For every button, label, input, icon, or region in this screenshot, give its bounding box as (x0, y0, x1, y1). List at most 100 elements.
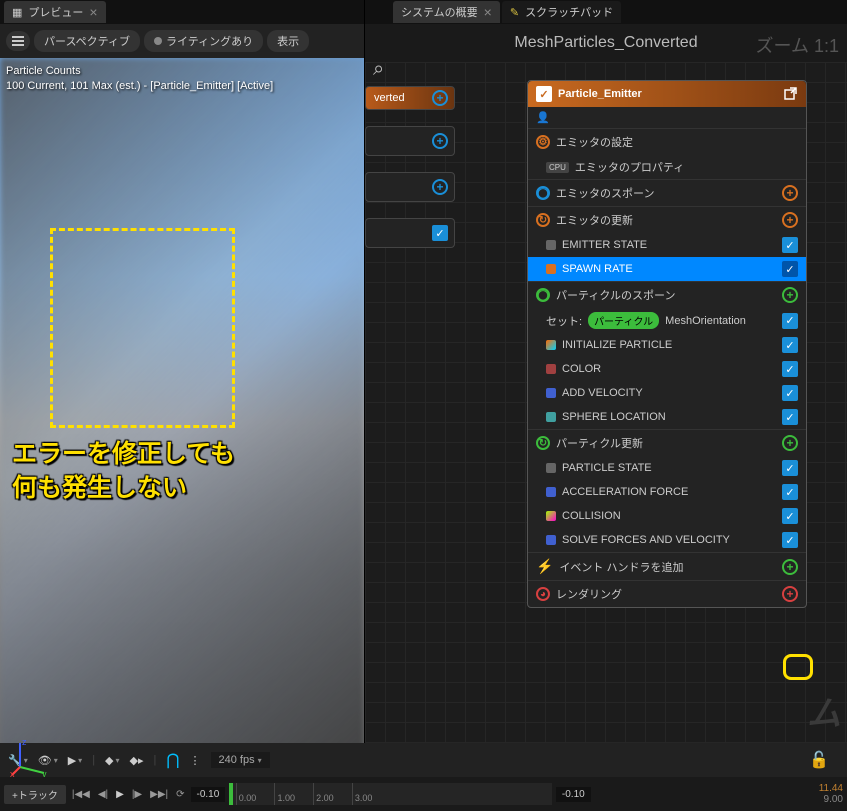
loop-icon[interactable]: ⟳ (174, 789, 186, 800)
plus-icon[interactable]: + (782, 435, 798, 451)
time-in-field[interactable]: -0.10 (191, 787, 226, 802)
time-out-field[interactable]: -0.10 (556, 787, 591, 802)
checkbox-on[interactable]: ✓ (782, 261, 798, 277)
display-label: 表示 (277, 33, 299, 49)
system-node-header[interactable]: verted + (365, 86, 455, 110)
collapsed-section[interactable]: ▸+ (365, 172, 455, 202)
module-bullet (546, 511, 556, 521)
item-label: SPAWN RATE (562, 263, 633, 275)
playhead[interactable] (229, 783, 233, 805)
viewport[interactable]: Particle Counts 100 Current, 101 Max (es… (0, 58, 364, 787)
keyframe-button[interactable]: ◆▾ (105, 754, 119, 767)
item-particle-state[interactable]: PARTICLE STATE ✓ (528, 456, 806, 480)
item-emitter-properties[interactable]: CPUエミッタのプロパティ (528, 155, 806, 179)
play-icon[interactable]: ▶ (114, 789, 126, 800)
collapsed-section[interactable]: ▸✓ (365, 218, 455, 248)
graph-title-bar: MeshParticles_Converted ズーム 1:1 (365, 24, 847, 62)
more-button[interactable]: ⋮ (190, 754, 201, 767)
scratchpad-tab[interactable]: ✎ スクラッチパッド (502, 1, 621, 23)
skip-start-icon[interactable]: |◀◀ (70, 789, 92, 800)
section-particle-spawn[interactable]: ◯パーティクルのスポーン+ (528, 281, 806, 308)
pencil-icon: ✎ (510, 6, 519, 19)
plus-icon[interactable]: + (782, 287, 798, 303)
preview-tab[interactable]: ▦ プレビュー × (4, 1, 106, 23)
system-overview-tab[interactable]: システムの概要 × (393, 1, 500, 23)
close-icon[interactable]: × (89, 4, 97, 20)
display-button[interactable]: 表示 (267, 30, 309, 52)
section-label: エミッタの更新 (556, 212, 633, 228)
plus-icon[interactable]: + (782, 586, 798, 602)
checkbox-on[interactable]: ✓ (782, 385, 798, 401)
perspective-button[interactable]: パースペクティブ (34, 30, 140, 52)
add-track-button[interactable]: +トラック (4, 785, 66, 804)
plus-icon[interactable]: + (782, 559, 798, 575)
timeline-toolbar: 🔧▾ 👁▾ ▶▾ | ◆▾ ◆▸ | ⋂ ⋮ 240 fps ▾ 🔓 (0, 743, 847, 777)
play-button[interactable]: ▶▾ (68, 754, 82, 767)
perspective-label: パースペクティブ (44, 33, 130, 49)
item-label: ACCELERATION FORCE (562, 486, 688, 498)
right-tab-row: システムの概要 × ✎ スクラッチパッド (365, 0, 847, 24)
ruler-tick: 1.00 (274, 783, 295, 805)
ruler-tick: 2.00 (313, 783, 334, 805)
section-rendering[interactable]: ◕レンダリング+ (528, 580, 806, 607)
plus-icon[interactable]: + (432, 90, 448, 106)
section-emitter-update[interactable]: ↻エミッタの更新+ (528, 206, 806, 233)
plus-icon[interactable]: + (432, 179, 448, 195)
search-icon[interactable]: ⌕ (373, 62, 384, 81)
step-fwd-icon[interactable]: |▶ (130, 789, 144, 800)
checkbox-on[interactable]: ✓ (782, 508, 798, 524)
plus-icon[interactable]: + (432, 133, 448, 149)
item-collision[interactable]: COLLISION✓ (528, 504, 806, 528)
checkbox-on[interactable]: ✓ (782, 361, 798, 377)
cpu-badge: CPU (546, 162, 569, 173)
checkbox-on[interactable]: ✓ (782, 337, 798, 353)
timeline-ruler[interactable]: 0.00 1.00 2.00 3.00 (229, 783, 552, 805)
checkbox-on[interactable]: ✓ (782, 532, 798, 548)
item-emitter-state[interactable]: EMITTER STATE✓ (528, 233, 806, 257)
checkbox-on[interactable]: ✓ (782, 409, 798, 425)
section-emitter-spawn[interactable]: ◯エミッタのスポーン+ (528, 179, 806, 206)
lighting-label: ライティングあり (166, 33, 253, 49)
item-label: PARTICLE STATE (562, 462, 652, 474)
lightning-icon: ⚡ (536, 558, 553, 575)
section-particle-update[interactable]: ↻パーティクル更新+ (528, 429, 806, 456)
checkbox-on[interactable]: ✓ (782, 313, 798, 329)
lock-icon[interactable]: 🔓 (809, 750, 829, 770)
skip-end-icon[interactable]: ▶▶| (148, 789, 170, 800)
ruler-tick: 0.00 (236, 783, 257, 805)
particle-counts-title: Particle Counts (6, 64, 273, 79)
end-time-display: 11.44 9.00 (819, 783, 843, 805)
close-icon[interactable]: × (484, 4, 492, 20)
snap-button[interactable]: ⋂ (166, 750, 179, 770)
item-add-velocity[interactable]: ADD VELOCITY ✓ (528, 381, 806, 405)
item-sphere-location[interactable]: SPHERE LOCATION✓ (528, 405, 806, 429)
section-event-handler[interactable]: ⚡イベント ハンドラを追加+ (528, 552, 806, 580)
section-label: パーティクルのスポーン (556, 287, 675, 303)
checkbox-on[interactable]: ✓ (782, 237, 798, 253)
item-solve-forces[interactable]: SOLVE FORCES AND VELOCITY✓ (528, 528, 806, 552)
plus-icon[interactable]: + (782, 185, 798, 201)
checkbox-on[interactable]: ✓ (782, 460, 798, 476)
plus-icon[interactable]: + (782, 212, 798, 228)
section-emitter-settings[interactable]: ⚙エミッタの設定 (528, 128, 806, 155)
step-back-icon[interactable]: ◀| (96, 789, 110, 800)
checkbox-on[interactable]: ✓ (782, 484, 798, 500)
collapsed-section[interactable]: ▸+ (365, 126, 455, 156)
item-spawn-rate[interactable]: SPAWN RATE ✓ (528, 257, 806, 281)
item-color[interactable]: COLOR ✓ (528, 357, 806, 381)
item-acceleration[interactable]: ACCELERATION FORCE ✓ (528, 480, 806, 504)
fps-display[interactable]: 240 fps ▾ (211, 752, 270, 768)
checkbox-on[interactable]: ✓ (536, 86, 552, 102)
popout-icon[interactable] (784, 87, 798, 101)
item-set-particle[interactable]: セット:パーティクルMeshOrientation✓ (528, 308, 806, 333)
item-label: ADD VELOCITY (562, 387, 643, 399)
item-label: COLOR (562, 363, 601, 375)
lighting-button[interactable]: ライティングあり (144, 30, 263, 52)
emitter-header[interactable]: ✓ Particle_Emitter (528, 81, 806, 107)
module-bullet (546, 364, 556, 374)
item-initialize-particle[interactable]: INITIALIZE PARTICLE✓ (528, 333, 806, 357)
checkbox-on[interactable]: ✓ (432, 225, 448, 241)
hamburger-button[interactable] (6, 31, 30, 51)
keyframe-skip-button[interactable]: ◆▸ (130, 754, 144, 767)
graph-area[interactable]: ⌕ verted + ▸+ ▸+ ▸✓ ✓ Particle_Emitter 👤 (365, 62, 847, 811)
